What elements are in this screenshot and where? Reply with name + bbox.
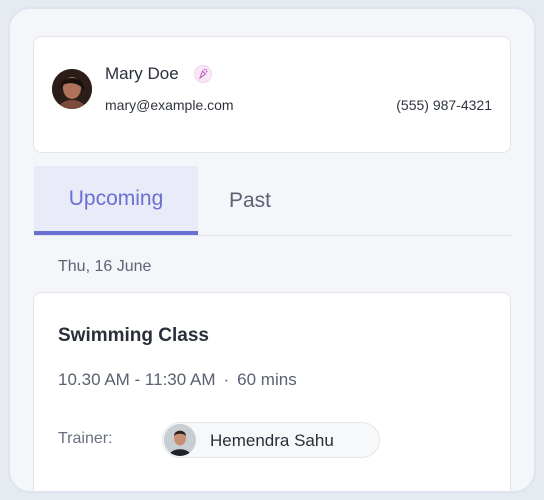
trainer-avatar — [164, 424, 196, 456]
trainer-name: Hemendra Sahu — [210, 431, 334, 450]
tab-upcoming[interactable]: Upcoming — [34, 166, 198, 235]
schedule-date: Thu, 16 June — [58, 258, 152, 275]
profile-card: Mary Doe mary@example.com (555) 987-4321 — [33, 36, 511, 153]
avatar — [52, 69, 92, 109]
session-title: Swimming Class — [58, 325, 209, 346]
booking-panel: Mary Doe mary@example.com (555) 987-4321… — [8, 7, 536, 493]
trainer-chip[interactable]: Hemendra Sahu — [162, 422, 380, 458]
separator-dot: · — [223, 370, 230, 389]
session-time-row: 10.30 AM - 11:30 AM · 60 mins — [58, 370, 297, 390]
tab-bar: Upcoming Past — [34, 166, 512, 236]
tab-past[interactable]: Past — [198, 166, 302, 235]
party-popper-icon — [194, 65, 212, 83]
session-time: 10.30 AM - 11:30 AM — [58, 370, 216, 389]
session-duration: 60 mins — [237, 370, 297, 389]
profile-name: Mary Doe — [105, 64, 179, 83]
profile-email: mary@example.com — [105, 97, 234, 113]
profile-phone: (555) 987-4321 — [396, 97, 492, 113]
session-card[interactable]: Swimming Class 10.30 AM - 11:30 AM · 60 mi… — [33, 292, 511, 491]
trainer-label: Trainer: — [58, 430, 113, 447]
